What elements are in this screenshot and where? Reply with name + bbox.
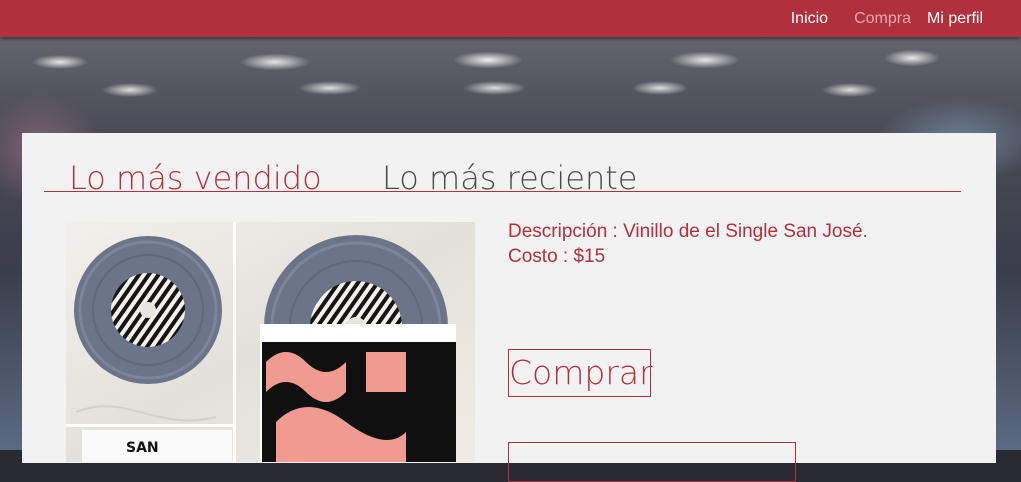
content-panel: Lo más vendido Lo más reciente SAN Descr… — [22, 133, 996, 482]
top-navbar: Inicio Compra Mi perfil — [0, 0, 1021, 37]
tab-mas-reciente[interactable]: Lo más reciente — [382, 159, 637, 197]
product-cost: Costo : $15 — [508, 246, 606, 267]
nav-inicio-link[interactable]: Inicio — [791, 10, 828, 28]
product-details: Descripción : Vinillo de el Single San J… — [508, 219, 968, 269]
secondary-action-button[interactable] — [508, 442, 796, 482]
vinyl-record-photo: SAN — [66, 222, 475, 462]
nav-compra-link[interactable]: Compra — [854, 10, 911, 28]
comprar-button[interactable]: Comprar — [508, 349, 653, 397]
product-tabs: Lo más vendido Lo más reciente — [44, 145, 961, 197]
nav-mi-perfil-link[interactable]: Mi perfil — [927, 10, 983, 28]
main-nav: Inicio Compra Mi perfil — [791, 0, 983, 37]
product-image: SAN — [66, 222, 475, 462]
tab-mas-vendido[interactable]: Lo más vendido — [69, 159, 322, 197]
sleeve-thumbnail-text: SAN — [126, 440, 159, 456]
product-description: Descripción : Vinillo de el Single San J… — [508, 221, 868, 242]
